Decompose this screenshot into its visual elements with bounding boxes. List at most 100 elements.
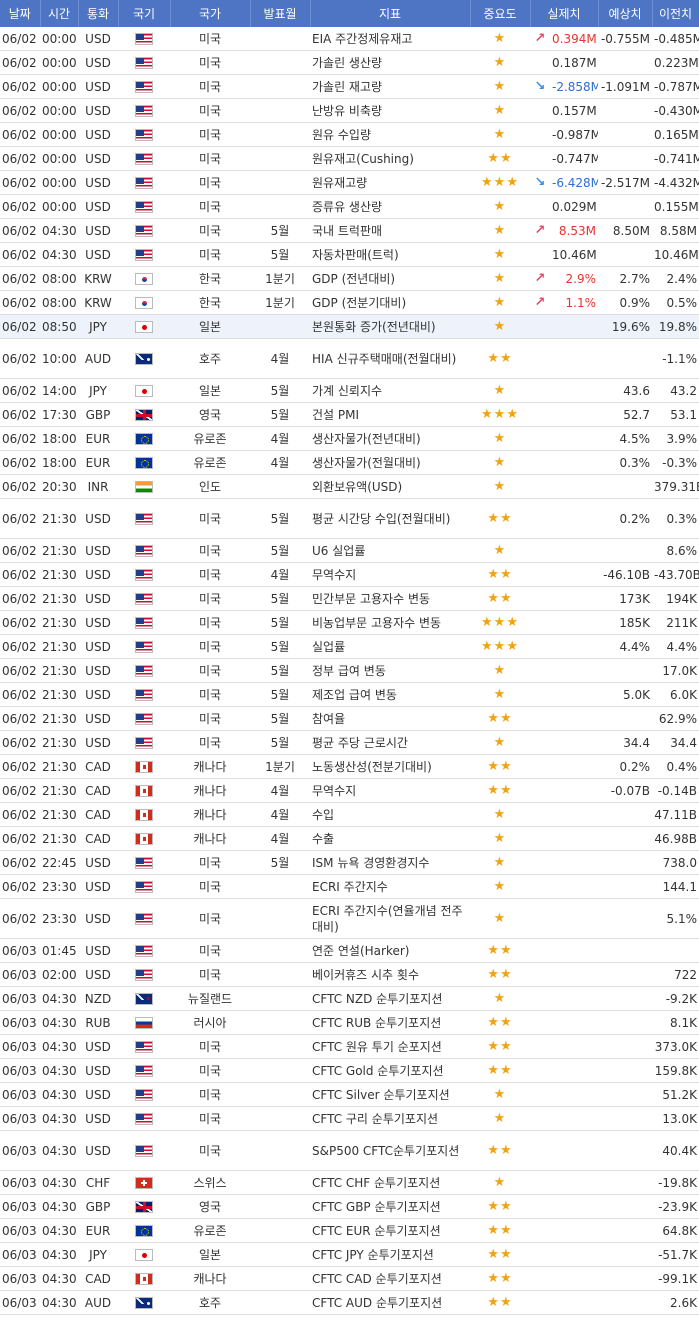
table-row[interactable]: 06/02 00:00 USD 미국 EIA 주간정제유재고 ★ ↗ 0.394M -0.755… [0,27,699,51]
table-row[interactable]: 06/02 04:30 USD 미국 5월 국내 트럭판매 ★ ↗ 8.53M 8.50M 8.58… [0,218,699,243]
table-row[interactable]: 06/02 00:00 USD 미국 증류유 생산량 ★ 0.029M 0.155M [0,194,699,219]
cell-indicator[interactable]: ECRI 주간지수(연율개념 전주대비) [310,898,470,939]
cell-indicator[interactable]: GDP (전년대비) [310,266,470,291]
table-row[interactable]: 06/02 10:00 AUD 호주 4월 HIA 신규주택매매(전월대비) ★★ -1.1% [0,338,699,379]
col-header-forecast[interactable]: 예상치 [598,0,653,27]
col-header-importance[interactable]: 중요도 [470,0,531,27]
cell-indicator[interactable]: 건설 PMI [310,402,470,427]
table-row[interactable]: 06/02 14:00 JPY 일본 5월 가계 신뢰지수 ★ 43.6 43.2 [0,378,699,403]
cell-indicator[interactable]: 원유 수입량 [310,122,470,147]
col-header-currency[interactable]: 통화 [78,0,119,27]
cell-indicator[interactable]: 평균 주당 근로시간 [310,730,470,755]
cell-indicator[interactable]: 수입 [310,802,470,827]
table-row[interactable]: 06/02 18:00 EUR 유로존 4월 생산자물가(전월대비) ★ 0.3% -0.3% [0,450,699,475]
cell-indicator[interactable]: CFTC RUB 순투기포지션 [310,1010,470,1035]
cell-indicator[interactable]: ECRI 주간지수 [310,874,470,899]
table-row[interactable]: 06/02 08:00 KRW 한국 1분기 GDP (전분기대비) ★ ↗ 1.1% 0.9% 0… [0,290,699,315]
table-row[interactable]: 06/02 21:30 CAD 캐나다 4월 수출 ★ 46.98B [0,826,699,851]
table-row[interactable]: 06/02 00:00 USD 미국 난방유 비축량 ★ 0.157M -0.430M [0,98,699,123]
cell-indicator[interactable]: CFTC CAD 순투기포지션 [310,1266,470,1291]
table-row[interactable]: 06/03 04:30 JPY 일본 CFTC JPY 순투기포지션 ★★ -51.7K [0,1242,699,1267]
table-row[interactable]: 06/02 00:00 USD 미국 원유 수입량 ★ -0.987M 0.165M [0,122,699,147]
cell-indicator[interactable]: S&P500 CFTC순투기포지션 [310,1130,470,1171]
cell-indicator[interactable]: 본원통화 증가(전년대비) [310,314,470,339]
table-row[interactable]: 06/02 21:30 USD 미국 5월 실업률 ★★★ 4.4% 4.4% [0,634,699,659]
cell-indicator[interactable]: 생산자물가(전월대비) [310,450,470,475]
cell-indicator[interactable]: GDP (전분기대비) [310,290,470,315]
table-row[interactable]: 06/03 04:30 CAD 캐나다 CFTC CAD 순투기포지션 ★★ -99.1K [0,1266,699,1291]
col-header-date[interactable]: 날짜 [0,0,41,27]
cell-indicator[interactable]: 정부 급여 변동 [310,658,470,683]
cell-indicator[interactable]: CFTC CHF 순투기포지션 [310,1170,470,1195]
cell-indicator[interactable]: 수출 [310,826,470,851]
table-row[interactable]: 06/03 04:30 USD 미국 CFTC Silver 순투기포지션 ★ 51.2K [0,1082,699,1107]
cell-indicator[interactable]: 베이커휴즈 시추 횟수 [310,962,470,987]
cell-indicator[interactable]: 무역수지 [310,778,470,803]
cell-indicator[interactable]: CFTC GBP 순투기포지션 [310,1194,470,1219]
cell-indicator[interactable]: 자동차판매(트럭) [310,242,470,267]
table-row[interactable]: 06/0220:30INR 인도 외환보유액(USD)★ 379.31B [0,474,699,499]
cell-indicator[interactable]: U6 실업률 [310,538,470,563]
table-row[interactable]: 06/03 04:30 USD 미국 CFTC Gold 순투기포지션 ★★ 159.8K [0,1058,699,1083]
cell-indicator[interactable]: 제조업 급여 변동 [310,682,470,707]
table-row[interactable]: 06/02 17:30 GBP 영국 5월 건설 PMI ★★★ 52.7 53.1 [0,402,699,427]
cell-indicator[interactable]: EIA 주간정제유재고 [310,27,470,51]
table-row[interactable]: 06/02 23:30 USD 미국 ECRI 주간지수(연율개념 전주대비) ★ 5.1% [0,898,699,939]
table-row[interactable]: 06/02 21:30 CAD 캐나다 1분기 노동생산성(전분기대비) ★★ 0.2% 0.4… [0,754,699,779]
table-row[interactable]: 06/03 04:30 RUB 러시아 CFTC RUB 순투기포지션 ★★ 8.1K [0,1010,699,1035]
cell-indicator[interactable]: 평균 시간당 수입(전월대비) [310,498,470,539]
cell-indicator[interactable]: 가솔린 재고량 [310,74,470,99]
table-row[interactable]: 06/03 04:30 EUR 유로존 CFTC EUR 순투기포지션 ★★ 64.8K [0,1218,699,1243]
cell-indicator[interactable]: CFTC NZD 순투기포지션 [310,986,470,1011]
col-header-indicator[interactable]: 지표 [310,0,471,27]
table-row[interactable]: 06/02 21:30 USD 미국 5월 민간부문 고용자수 변동 ★★ 173K 194K [0,586,699,611]
table-row[interactable]: 06/02 00:00 USD 미국 원유재고(Cushing) ★★ -0.747M -0.… [0,146,699,171]
table-row[interactable]: 06/03 04:30 USD 미국 CFTC 구리 순투기포지션 ★ 13.0K [0,1106,699,1131]
col-header-previous[interactable]: 이전치 [652,0,699,27]
table-row[interactable]: 06/02 21:30 USD 미국 5월 정부 급여 변동 ★ 17.0K [0,658,699,683]
cell-indicator[interactable]: 원유재고량 [310,170,470,195]
cell-indicator[interactable]: 노동생산성(전분기대비) [310,754,470,779]
table-row[interactable]: 06/03 04:30 NZD 뉴질랜드 CFTC NZD 순투기포지션 ★ -9.2K [0,986,699,1011]
table-row[interactable]: 06/02 08:00 KRW 한국 1분기 GDP (전년대비) ★ ↗ 2.9% 2.7% 2.… [0,266,699,291]
table-row[interactable]: 06/03 04:30 AUD 호주 CFTC AUD 순투기포지션 ★★ 2.6K [0,1290,699,1315]
cell-indicator[interactable]: 증류유 생산량 [310,194,470,219]
table-row[interactable]: 06/02 18:00 EUR 유로존 4월 생산자물가(전년대비) ★ 4.5% 3.9% [0,426,699,451]
col-header-period[interactable]: 발표월 [250,0,311,27]
cell-indicator[interactable]: HIA 신규주택매매(전월대비) [310,338,470,379]
table-row[interactable]: 06/02 21:30 USD 미국 5월 평균 주당 근로시간 ★ 34.4 34.4 [0,730,699,755]
table-row[interactable]: 06/03 02:00 USD 미국 베이커휴즈 시추 횟수 ★★ 722 [0,962,699,987]
table-row[interactable]: 06/02 08:50 JPY 일본 본원통화 증가(전년대비) ★ 19.6% 19.8% [0,314,699,339]
cell-indicator[interactable]: 비농업부문 고용자수 변동 [310,610,470,635]
cell-indicator[interactable]: ISM 뉴욕 경영환경지수 [310,850,470,875]
table-row[interactable]: 06/02 00:00 USD 미국 가솔린 생산량 ★ 0.187M 0.223M [0,50,699,75]
cell-indicator[interactable]: 가솔린 생산량 [310,50,470,75]
cell-indicator[interactable]: 연준 연설(Harker) [310,938,470,963]
table-row[interactable]: 06/02 00:00 USD 미국 원유재고량 ★★★ ↘ -6.428M -2.517M -4… [0,170,699,195]
table-row[interactable]: 06/02 21:30 USD 미국 5월 U6 실업률 ★ 8.6% [0,538,699,563]
cell-indicator[interactable]: 민간부문 고용자수 변동 [310,586,470,611]
cell-indicator[interactable]: 가계 신뢰지수 [310,378,470,403]
table-row[interactable]: 06/03 04:30 USD 미국 S&P500 CFTC순투기포지션 ★★ 40.4K [0,1130,699,1171]
table-row[interactable]: 06/02 23:30 USD 미국 ECRI 주간지수 ★ 144.1 [0,874,699,899]
cell-indicator[interactable]: CFTC Silver 순투기포지션 [310,1082,470,1107]
table-row[interactable]: 06/02 21:30 USD 미국 5월 비농업부문 고용자수 변동 ★★★ 185K 211… [0,610,699,635]
table-row[interactable]: 06/03 01:45 USD 미국 연준 연설(Harker) ★★ [0,938,699,963]
cell-indicator[interactable]: 실업률 [310,634,470,659]
table-row[interactable]: 06/02 04:30 USD 미국 5월 자동차판매(트럭) ★ 10.46M 10.46M [0,242,699,267]
table-row[interactable]: 06/02 21:30 USD 미국 4월 무역수지 ★★ -46.10B -43.70B [0,562,699,587]
table-row[interactable]: 06/03 04:30 GBP 영국 CFTC GBP 순투기포지션 ★★ -23.9K [0,1194,699,1219]
cell-indicator[interactable]: CFTC AUD 순투기포지션 [310,1290,470,1315]
cell-indicator[interactable]: 난방유 비축량 [310,98,470,123]
cell-indicator[interactable]: 원유재고(Cushing) [310,146,470,171]
col-header-flag[interactable]: 국기 [118,0,171,27]
cell-indicator[interactable]: CFTC 원유 투기 순포지션 [310,1034,470,1059]
cell-indicator[interactable]: CFTC Gold 순투기포지션 [310,1058,470,1083]
cell-indicator[interactable]: 참여율 [310,706,470,731]
table-row[interactable]: 06/03 04:30 CHF 스위스 CFTC CHF 순투기포지션 ★ -19.8K [0,1170,699,1195]
cell-indicator[interactable]: CFTC EUR 순투기포지션 [310,1218,470,1243]
table-row[interactable]: 06/02 22:45 USD 미국 5월 ISM 뉴욕 경영환경지수 ★ 738.0 [0,850,699,875]
cell-indicator[interactable]: 생산자물가(전년대비) [310,426,470,451]
table-row[interactable]: 06/02 21:30 CAD 캐나다 4월 무역수지 ★★ -0.07B -0.14B [0,778,699,803]
table-row[interactable]: 06/02 21:30 USD 미국 5월 참여율 ★★ 62.9% [0,706,699,731]
